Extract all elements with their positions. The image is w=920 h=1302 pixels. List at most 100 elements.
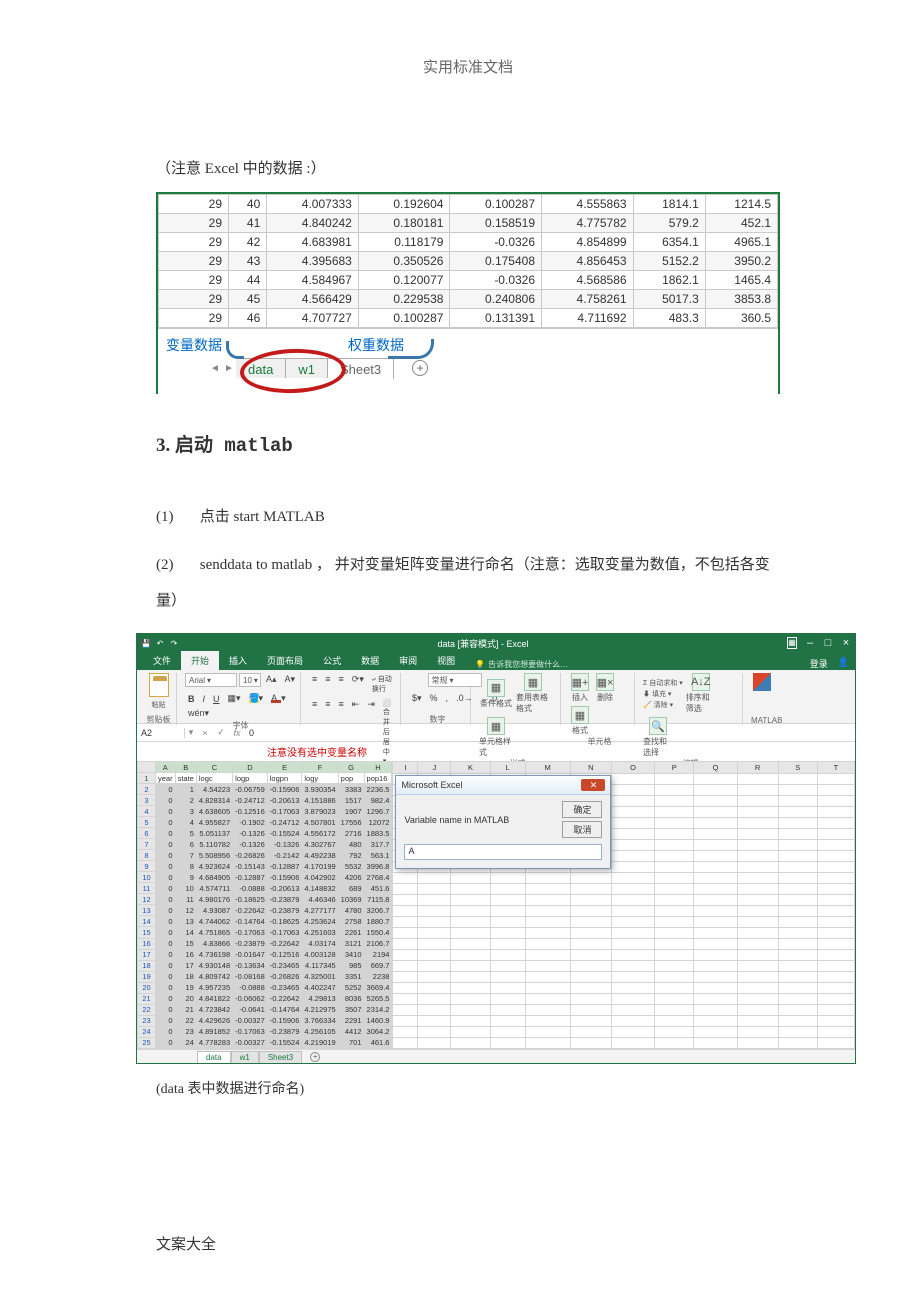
data-cell[interactable]: -0.18625 xyxy=(267,916,302,927)
col-header[interactable]: H xyxy=(364,762,392,773)
empty-cell[interactable] xyxy=(655,961,694,972)
empty-cell[interactable] xyxy=(611,994,654,1005)
data-cell[interactable]: 0 xyxy=(156,1004,176,1015)
sheet-tab-data[interactable]: data xyxy=(236,358,286,378)
col-header[interactable]: C xyxy=(196,762,232,773)
empty-cell[interactable] xyxy=(418,983,451,994)
empty-cell[interactable] xyxy=(393,928,418,939)
empty-cell[interactable] xyxy=(817,1027,854,1038)
data-cell[interactable]: -0.00327 xyxy=(233,1015,268,1026)
data-cell[interactable]: 3.766334 xyxy=(302,1015,338,1026)
empty-cell[interactable] xyxy=(451,884,490,895)
table1-cell[interactable]: 41 xyxy=(229,214,267,233)
data-cell[interactable]: 1296.7 xyxy=(364,806,392,817)
comma-icon[interactable]: , xyxy=(443,692,452,705)
data-cell[interactable]: 0 xyxy=(156,883,176,894)
table1-cell[interactable]: 45 xyxy=(229,290,267,309)
table1-cell[interactable]: 1214.5 xyxy=(705,195,777,214)
empty-cell[interactable] xyxy=(778,840,817,851)
empty-cell[interactable] xyxy=(778,917,817,928)
data-cell[interactable]: 3383 xyxy=(338,784,364,795)
header-cell[interactable]: pop16 xyxy=(364,773,392,784)
empty-cell[interactable] xyxy=(817,873,854,884)
save-icon[interactable]: 💾 xyxy=(141,639,151,648)
data-cell[interactable]: -0.22642 xyxy=(233,905,268,916)
empty-cell[interactable] xyxy=(525,884,570,895)
data-cell[interactable]: 701 xyxy=(338,1037,364,1048)
tab-home[interactable]: 开始 xyxy=(181,651,219,670)
data-cell[interactable]: 0 xyxy=(156,960,176,971)
empty-cell[interactable] xyxy=(778,862,817,873)
empty-cell[interactable] xyxy=(451,961,490,972)
empty-cell[interactable] xyxy=(737,906,778,917)
empty-cell[interactable] xyxy=(778,1027,817,1038)
empty-cell[interactable] xyxy=(418,1005,451,1016)
data-cell[interactable]: 4.955827 xyxy=(196,817,232,828)
empty-cell[interactable] xyxy=(778,829,817,840)
data-cell[interactable]: -0.17063 xyxy=(233,927,268,938)
data-cell[interactable]: 2106.7 xyxy=(364,938,392,949)
row-header[interactable]: 5 xyxy=(138,817,156,828)
empty-cell[interactable] xyxy=(655,774,694,785)
empty-cell[interactable] xyxy=(525,1016,570,1027)
empty-cell[interactable] xyxy=(611,1027,654,1038)
empty-cell[interactable] xyxy=(611,862,654,873)
empty-cell[interactable] xyxy=(655,1038,694,1049)
min-icon[interactable]: – xyxy=(805,637,815,649)
data-cell[interactable]: 4.507801 xyxy=(302,817,338,828)
add-sheet-icon[interactable]: + xyxy=(412,360,428,376)
data-cell[interactable]: 4.042902 xyxy=(302,872,338,883)
empty-cell[interactable] xyxy=(418,1016,451,1027)
col-header[interactable] xyxy=(138,762,156,773)
empty-cell[interactable] xyxy=(525,1038,570,1049)
data-cell[interactable]: 0 xyxy=(156,1037,176,1048)
empty-cell[interactable] xyxy=(737,1038,778,1049)
empty-cell[interactable] xyxy=(778,1005,817,1016)
table1-cell[interactable]: 44 xyxy=(229,271,267,290)
empty-cell[interactable] xyxy=(490,906,525,917)
data-cell[interactable]: 4.03174 xyxy=(302,938,338,949)
empty-cell[interactable] xyxy=(817,994,854,1005)
empty-cell[interactable] xyxy=(490,1027,525,1038)
phonetic-button[interactable]: wén▾ xyxy=(185,707,212,720)
data-cell[interactable]: 0 xyxy=(156,806,176,817)
empty-cell[interactable] xyxy=(817,884,854,895)
row-header[interactable]: 2 xyxy=(138,784,156,795)
empty-cell[interactable] xyxy=(490,1016,525,1027)
header-cell[interactable]: logp xyxy=(233,773,268,784)
empty-cell[interactable] xyxy=(490,873,525,884)
formula-input[interactable]: 0 xyxy=(245,728,855,738)
empty-cell[interactable] xyxy=(778,961,817,972)
empty-cell[interactable] xyxy=(393,884,418,895)
find-button[interactable]: 🔍查找和选择 xyxy=(643,717,673,758)
empty-cell[interactable] xyxy=(737,961,778,972)
empty-cell[interactable] xyxy=(570,895,611,906)
data-cell[interactable]: 4.325001 xyxy=(302,971,338,982)
empty-cell[interactable] xyxy=(418,994,451,1005)
table1-cell[interactable]: 29 xyxy=(159,195,229,214)
data-cell[interactable]: 15 xyxy=(175,938,196,949)
data-cell[interactable]: -0.24712 xyxy=(233,795,268,806)
empty-cell[interactable] xyxy=(611,928,654,939)
empty-cell[interactable] xyxy=(778,972,817,983)
row-header[interactable]: 11 xyxy=(138,883,156,894)
empty-cell[interactable] xyxy=(490,983,525,994)
empty-cell[interactable] xyxy=(817,774,854,785)
data-cell[interactable]: 3064.2 xyxy=(364,1026,392,1037)
signin-link[interactable]: 登录 xyxy=(810,657,828,670)
empty-cell[interactable] xyxy=(694,917,737,928)
empty-cell[interactable] xyxy=(570,983,611,994)
empty-cell[interactable] xyxy=(418,906,451,917)
empty-cell[interactable] xyxy=(655,796,694,807)
table1-cell[interactable]: 3853.8 xyxy=(705,290,777,309)
cond-format-button[interactable]: ▦条件格式 xyxy=(479,679,513,709)
empty-cell[interactable] xyxy=(451,950,490,961)
data-cell[interactable]: -0.23465 xyxy=(267,982,302,993)
col-header[interactable]: M xyxy=(525,762,570,774)
paste-icon[interactable] xyxy=(149,673,169,697)
col-header[interactable]: E xyxy=(267,762,302,773)
empty-cell[interactable] xyxy=(694,939,737,950)
data-cell[interactable]: 2236.5 xyxy=(364,784,392,795)
data-cell[interactable]: 985 xyxy=(338,960,364,971)
empty-cell[interactable] xyxy=(393,1038,418,1049)
